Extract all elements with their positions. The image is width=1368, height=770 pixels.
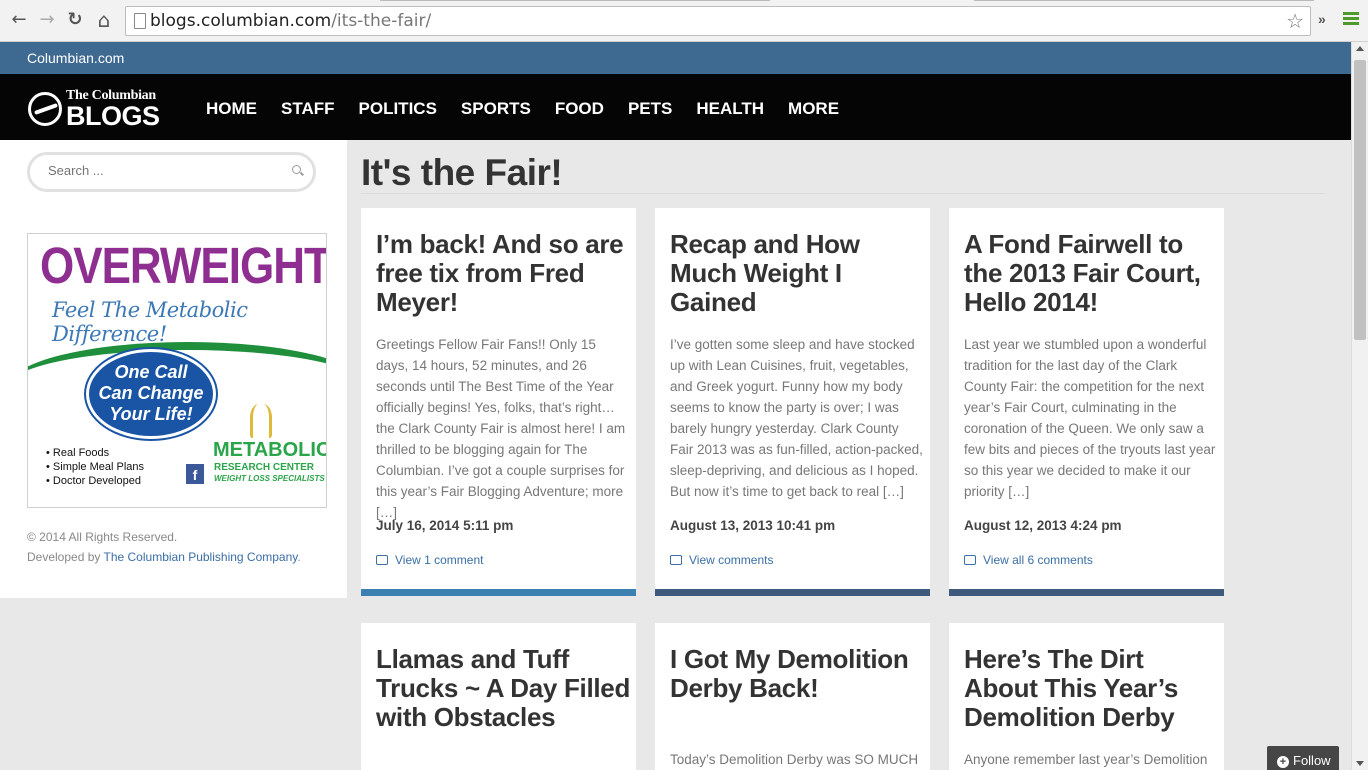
post-card[interactable]: Llamas and Tuff Trucks ~ A Day Filled wi…: [361, 623, 636, 770]
nav-item-health[interactable]: HEALTH: [696, 99, 764, 119]
nav-menu: HOME STAFF POLITICS SPORTS FOOD PETS HEA…: [206, 99, 863, 119]
copyright-text: © 2014 All Rights Reserved.: [27, 530, 178, 544]
reload-icon[interactable]: ↻: [64, 9, 86, 31]
nav-item-home[interactable]: HOME: [206, 99, 257, 119]
post-title[interactable]: I Got My Demolition Derby Back!: [670, 645, 925, 703]
page-title: It's the Fair!: [361, 152, 563, 193]
forward-arrow-icon[interactable]: →: [36, 9, 58, 31]
comments-link[interactable]: View all 6 comments: [964, 553, 1093, 567]
nav-item-food[interactable]: FOOD: [555, 99, 604, 119]
url-path: /its-the-fair/: [331, 11, 432, 31]
comments-label: View 1 comment: [395, 553, 484, 567]
ad-brand-tagline: WEIGHT LOSS SPECIALISTS: [214, 474, 325, 483]
search-input[interactable]: [48, 163, 268, 178]
nav-item-staff[interactable]: STAFF: [281, 99, 335, 119]
comments-label: View comments: [689, 553, 774, 567]
columbian-blogs-logo[interactable]: The Columbian BLOGS: [28, 84, 163, 132]
ad-brand-sub: RESEARCH CENTER: [214, 462, 315, 473]
plus-icon: +: [1277, 756, 1289, 768]
sidebar: OVERWEIGHT? Feel The Metabolic Differenc…: [0, 140, 347, 598]
post-card[interactable]: I Got My Demolition Derby Back! Today’s …: [655, 623, 930, 770]
post-card[interactable]: Here’s The Dirt About This Year’s Demoli…: [949, 623, 1224, 770]
follow-button[interactable]: + Follow: [1267, 746, 1339, 770]
post-date: July 16, 2014 5:11 pm: [376, 518, 514, 533]
post-excerpt: I’ve gotten some sleep and have stocked …: [670, 337, 923, 499]
main-navigation: The Columbian BLOGS HOME STAFF POLITICS …: [0, 74, 1351, 140]
comments-label: View all 6 comments: [983, 553, 1093, 567]
post-color-bar: [361, 589, 636, 596]
scroll-thumb[interactable]: [1354, 60, 1366, 340]
logo-mark-icon: [28, 92, 62, 126]
follow-label: Follow: [1293, 753, 1331, 768]
developed-by-label: Developed by: [27, 550, 104, 564]
bookmark-star-icon[interactable]: ☆: [1286, 9, 1304, 33]
post-date: August 13, 2013 10:41 pm: [670, 518, 836, 533]
search-box: [27, 152, 316, 192]
post-color-bar: [655, 589, 930, 596]
comment-bubble-icon: [670, 555, 682, 565]
ad-bullets: • Real Foods • Simple Meal Plans • Docto…: [46, 446, 144, 488]
post-excerpt: Today’s Demolition Derby was SO MUCH: [670, 752, 919, 767]
scroll-up-arrow-icon[interactable]: [1356, 46, 1364, 51]
browser-menu-icon[interactable]: [1343, 12, 1359, 26]
post-card[interactable]: Recap and How Much Weight I Gained I’ve …: [655, 208, 930, 596]
back-arrow-icon[interactable]: ←: [8, 9, 30, 31]
url-text[interactable]: blogs.columbian.com/its-the-fair/: [150, 11, 431, 31]
post-title[interactable]: A Fond Fairwell to the 2013 Fair Court, …: [964, 230, 1219, 317]
scroll-down-arrow-icon[interactable]: [1356, 761, 1364, 766]
developed-by: Developed by The Columbian Publishing Co…: [27, 547, 301, 567]
browser-toolbar: ← → ↻ ⌂ blogs.columbian.com/its-the-fair…: [0, 0, 1368, 42]
site-topbar: Columbian.com: [0, 42, 1351, 74]
ad-bullet: • Doctor Developed: [46, 475, 141, 487]
tab-edge: [380, 0, 770, 1]
post-title[interactable]: Here’s The Dirt About This Year’s Demoli…: [964, 645, 1219, 732]
ad-subheadline: Feel The Metabolic Difference!: [52, 298, 248, 346]
ad-bullet: • Simple Meal Plans: [46, 461, 145, 473]
ad-headline: OVERWEIGHT?: [40, 238, 327, 295]
ad-oval-line: Can Change: [98, 383, 204, 403]
post-color-bar: [949, 589, 1224, 596]
ad-oval-line: One Call: [114, 362, 188, 382]
developed-by-period: .: [297, 550, 301, 564]
page-scrollbar[interactable]: [1351, 42, 1368, 770]
ad-oval: One Call Can Change Your Life!: [86, 349, 216, 439]
facebook-icon: f: [186, 464, 204, 484]
ad-brand: METABOLIC: [213, 439, 327, 461]
search-icon[interactable]: [292, 165, 301, 174]
post-excerpt: Anyone remember last year’s Demolition: [964, 752, 1208, 767]
comment-bubble-icon: [376, 555, 388, 565]
home-icon[interactable]: ⌂: [93, 9, 115, 31]
columbian-home-link[interactable]: Columbian.com: [27, 50, 124, 66]
ad-bullet: • Real Foods: [46, 447, 110, 459]
post-title[interactable]: I’m back! And so are free tix from Fred …: [376, 230, 631, 317]
nav-item-more[interactable]: MORE: [788, 99, 839, 119]
url-host: blogs.columbian.com: [150, 11, 332, 31]
nav-item-pets[interactable]: PETS: [628, 99, 672, 119]
post-title[interactable]: Recap and How Much Weight I Gained: [670, 230, 925, 317]
post-card[interactable]: A Fond Fairwell to the 2013 Fair Court, …: [949, 208, 1224, 596]
extensions-chevron-icon[interactable]: »: [1318, 11, 1326, 27]
post-card[interactable]: I’m back! And so are free tix from Fred …: [361, 208, 636, 596]
ad-oval-line: Your Life!: [109, 404, 193, 424]
post-date: August 12, 2013 4:24 pm: [964, 518, 1122, 533]
page-icon: [134, 13, 146, 29]
tab-edge: [974, 0, 1314, 1]
post-title[interactable]: Llamas and Tuff Trucks ~ A Day Filled wi…: [376, 645, 631, 732]
comments-link[interactable]: View comments: [670, 553, 773, 567]
comments-link[interactable]: View 1 comment: [376, 553, 483, 567]
post-excerpt: Last year we stumbled upon a wonderful t…: [964, 337, 1216, 499]
nav-item-politics[interactable]: POLITICS: [359, 99, 437, 119]
logo-big-text: BLOGS: [66, 101, 160, 131]
title-divider: [361, 193, 1326, 194]
post-excerpt: Greetings Fellow Fair Fans!! Only 15 day…: [376, 337, 626, 520]
address-bar[interactable]: blogs.columbian.com/its-the-fair/ ☆: [125, 6, 1311, 36]
copyright-block: © 2014 All Rights Reserved. Developed by…: [27, 527, 301, 567]
wheat-icon: [250, 404, 272, 438]
nav-item-sports[interactable]: SPORTS: [461, 99, 531, 119]
comment-bubble-icon: [964, 555, 976, 565]
metabolic-ad-banner[interactable]: OVERWEIGHT? Feel The Metabolic Differenc…: [27, 233, 327, 508]
developer-link[interactable]: The Columbian Publishing Company: [104, 550, 298, 564]
